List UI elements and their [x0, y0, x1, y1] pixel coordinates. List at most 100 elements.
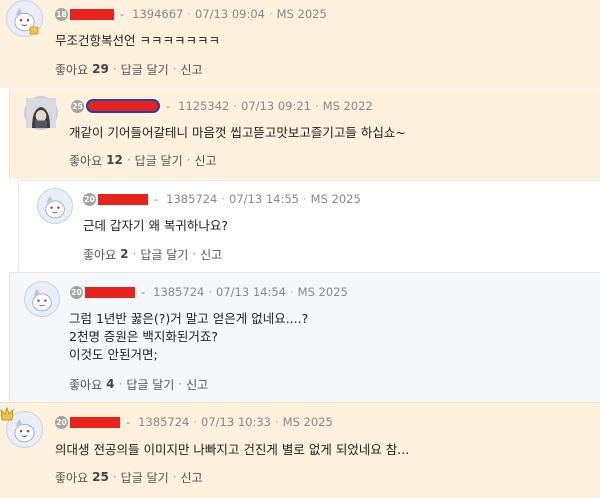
- reply-button[interactable]: 답글 달기: [121, 469, 169, 486]
- comment-line: 무조건항복선언 ㅋㅋㅋㅋㅋㅋㅋ: [55, 33, 220, 48]
- separator: -: [154, 192, 159, 206]
- ms-version: MS 2025: [276, 7, 327, 21]
- comment-item: 20 - 1385724 · 07/13 14:55 · MS 2025 근데 …: [18, 180, 600, 271]
- user-id: 1385724: [166, 192, 218, 206]
- comment-actions: 좋아요 25 · 답글 달기 · 신고: [55, 469, 203, 485]
- like-count: 2: [120, 247, 129, 261]
- comment-line: 2천명 증원은 백지화된거죠?: [69, 329, 219, 344]
- ms-version: MS 2025: [297, 285, 348, 299]
- user-id: 1125342: [178, 99, 230, 113]
- comment-date: 07/13 14:54: [216, 285, 286, 299]
- reply-button[interactable]: 답글 달기: [126, 376, 174, 393]
- ms-version: MS 2025: [282, 415, 333, 429]
- separator: ·: [289, 285, 294, 299]
- comment-item: 18 - 1394667 · 07/13 09:04 · MS 2025 무조건…: [0, 0, 600, 88]
- user-avatar[interactable]: [37, 188, 73, 224]
- comment-line: 근데 갑자기 왜 복귀하나요?: [83, 218, 229, 233]
- like-button[interactable]: 좋아요: [69, 152, 102, 169]
- redacted-nickname[interactable]: [70, 8, 114, 20]
- user-id: 1394667: [132, 7, 184, 21]
- comment-line: 이것도 안된거면;: [69, 347, 158, 362]
- level-badge: 25: [71, 99, 84, 113]
- separator: -: [141, 285, 146, 299]
- separator: ·: [233, 99, 238, 113]
- comment-text: 그럼 1년반 꿇은(?)거 말고 얻은게 없네요....? 2천명 증원은 백지…: [69, 310, 308, 364]
- user-id: 1385724: [153, 285, 205, 299]
- reply-button[interactable]: 답글 달기: [121, 61, 169, 78]
- comment-item: 20 - 1385724 · 07/13 10:33 · MS 2025 의대생…: [0, 402, 600, 498]
- separator: ·: [172, 62, 177, 76]
- like-button[interactable]: 좋아요: [69, 376, 102, 393]
- like-button[interactable]: 좋아요: [83, 246, 116, 263]
- separator: ·: [186, 153, 191, 167]
- comment-actions: 좋아요 2 · 답글 달기 · 신고: [83, 246, 222, 262]
- separator: -: [166, 99, 171, 113]
- user-id: 1385724: [138, 415, 190, 429]
- redacted-nickname[interactable]: [86, 99, 160, 113]
- separator: ·: [112, 470, 117, 484]
- comment-actions: 좋아요 12 · 답글 달기 · 신고: [69, 152, 217, 168]
- comment-text: 근데 갑자기 왜 복귀하나요?: [83, 217, 228, 235]
- report-button[interactable]: 신고: [180, 61, 202, 78]
- gold-crown-icon: [29, 24, 39, 35]
- report-button[interactable]: 신고: [180, 469, 202, 486]
- comment-line: 그럼 1년반 꿇은(?)거 말고 얻은게 없네요....?: [69, 311, 309, 326]
- redacted-nickname[interactable]: [98, 193, 148, 205]
- report-button[interactable]: 신고: [194, 152, 216, 169]
- comment-actions: 좋아요 29 · 답글 달기 · 신고: [55, 61, 203, 77]
- separator: ·: [172, 470, 177, 484]
- report-button[interactable]: 신고: [200, 246, 222, 263]
- separator: ·: [126, 153, 131, 167]
- comment-date: 07/13 10:33: [201, 415, 271, 429]
- cartoon-face-icon: [38, 189, 72, 223]
- like-button[interactable]: 좋아요: [55, 61, 88, 78]
- reply-button[interactable]: 답글 달기: [140, 246, 188, 263]
- comment-date: 07/13 09:04: [195, 7, 265, 21]
- gold-crown-icon: [0, 406, 14, 422]
- cartoon-face-icon: [25, 282, 59, 316]
- comment-item: 20 - 1385724 · 07/13 14:54 · MS 2025 그럼 …: [9, 272, 600, 402]
- comment-text: 의대생 전공의들 이미지만 나빠지고 건진게 별로 없게 되었네요 참...: [55, 441, 409, 459]
- separator: ·: [187, 7, 192, 21]
- reply-button[interactable]: 답글 달기: [135, 152, 183, 169]
- separator: ·: [112, 62, 117, 76]
- separator: ·: [274, 415, 279, 429]
- separator: ·: [118, 377, 123, 391]
- like-count: 12: [106, 153, 123, 167]
- comment-line: 개같이 기어들어갈테니 마음껏 씹고뜯고맛보고즐기고들 하십쇼~: [69, 125, 406, 140]
- report-button[interactable]: 신고: [186, 376, 208, 393]
- separator: ·: [302, 192, 307, 206]
- separator: ·: [268, 7, 273, 21]
- profile-photo[interactable]: [24, 96, 58, 130]
- like-count: 29: [92, 62, 109, 76]
- comment-text: 무조건항복선언 ㅋㅋㅋㅋㅋㅋㅋ: [55, 32, 220, 50]
- separator: ·: [193, 415, 198, 429]
- ms-version: MS 2025: [310, 192, 361, 206]
- level-badge: 18: [55, 7, 68, 21]
- level-badge: 20: [55, 415, 68, 429]
- like-count: 4: [106, 377, 115, 391]
- comment-date: 07/13 14:55: [229, 192, 299, 206]
- separator: -: [120, 7, 125, 21]
- redacted-nickname[interactable]: [85, 286, 135, 298]
- ms-version: MS 2022: [322, 99, 373, 113]
- comment-item: 25 - 1125342 · 07/13 09:21 · MS 2022 개같이…: [9, 89, 600, 179]
- separator: -: [126, 415, 131, 429]
- user-avatar[interactable]: [24, 281, 60, 317]
- photo-avatar-icon: [26, 98, 56, 128]
- separator: ·: [192, 247, 197, 261]
- comment-text: 개같이 기어들어갈테니 마음껏 씹고뜯고맛보고즐기고들 하십쇼~: [69, 124, 406, 142]
- comment-meta: 20 - 1385724 · 07/13 14:54 · MS 2025: [70, 284, 348, 300]
- comment-line: 의대생 전공의들 이미지만 나빠지고 건진게 별로 없게 되었네요 참...: [55, 442, 410, 457]
- comment-meta: 25 - 1125342 · 07/13 09:21 · MS 2022: [71, 98, 373, 114]
- separator: ·: [178, 377, 183, 391]
- level-badge: 20: [83, 192, 96, 206]
- comment-meta: 20 - 1385724 · 07/13 10:33 · MS 2025: [55, 414, 333, 430]
- comment-meta: 18 - 1394667 · 07/13 09:04 · MS 2025: [55, 6, 327, 22]
- comment-date: 07/13 09:21: [241, 99, 311, 113]
- comment-meta: 20 - 1385724 · 07/13 14:55 · MS 2025: [83, 191, 361, 207]
- redacted-nickname[interactable]: [70, 416, 120, 428]
- comment-actions: 좋아요 4 · 답글 달기 · 신고: [69, 376, 208, 392]
- like-button[interactable]: 좋아요: [55, 469, 88, 486]
- separator: ·: [221, 192, 226, 206]
